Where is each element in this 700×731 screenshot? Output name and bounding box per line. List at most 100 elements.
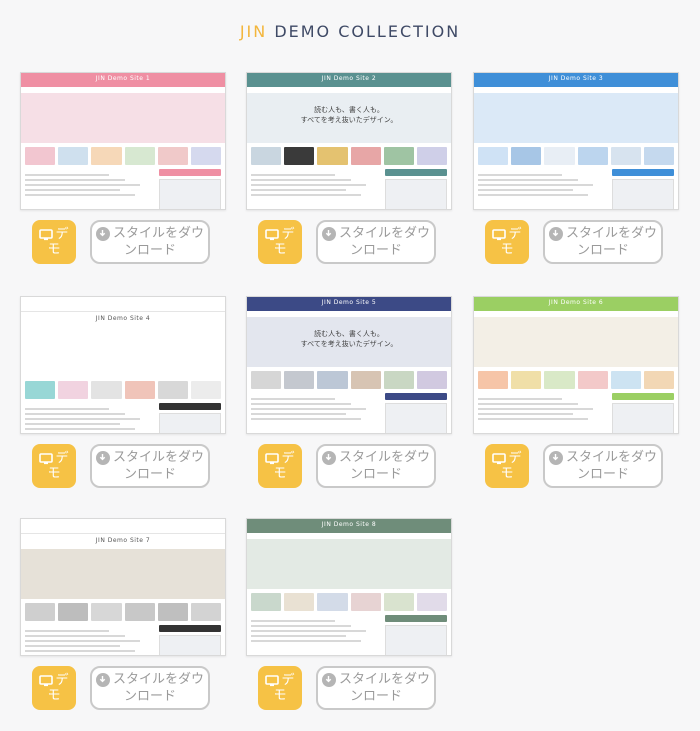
demo-button[interactable]: デモ <box>485 220 529 264</box>
site-thumbnail[interactable]: JIN Demo Site 7 <box>20 518 226 656</box>
download-label-2: ンロード <box>576 243 629 258</box>
article-thumb <box>577 371 608 389</box>
site-thumbnail[interactable]: JIN Demo Site 6 <box>473 296 679 434</box>
demo-label-1: デ <box>281 673 295 688</box>
article-thumb <box>91 381 122 399</box>
text-line <box>478 403 578 405</box>
site-name: JIN Demo Site 6 <box>548 299 604 306</box>
demo-label-2: モ <box>273 466 287 481</box>
monitor-icon <box>265 451 280 466</box>
thumbnail-text-lines <box>478 395 598 423</box>
demo-label-1: デ <box>508 227 522 242</box>
download-circle-icon <box>548 226 563 241</box>
site-thumbnail[interactable]: JIN Demo Site 5 読む人も、書く人も。 すべてを考え抜いたデザイン。 <box>246 296 452 434</box>
site-name: JIN Demo Site 4 <box>95 315 151 322</box>
sidebar-heading <box>159 403 221 410</box>
text-line <box>251 189 346 191</box>
text-line <box>251 179 351 181</box>
monitor-icon <box>265 673 280 688</box>
site-thumbnail[interactable]: JIN Demo Site 4 <box>20 296 226 434</box>
text-line <box>25 408 109 410</box>
text-line <box>25 184 141 186</box>
text-line <box>478 418 589 420</box>
demo-grid: JIN Demo Site 1 デモスタイルをダウ ンロード JIN Demo Sit… <box>0 0 700 731</box>
hero-image <box>21 93 225 143</box>
text-line <box>25 189 120 191</box>
thumbnail-article-row <box>25 603 222 621</box>
article-thumb <box>383 371 414 389</box>
article-thumb <box>190 147 222 165</box>
site-thumbnail[interactable]: JIN Demo Site 3 <box>473 72 679 210</box>
site-thumbnail[interactable]: JIN Demo Site 1 <box>20 72 226 210</box>
download-style-button[interactable]: スタイルをダウ ンロード <box>316 666 436 710</box>
thumbnail-text-lines <box>251 395 371 423</box>
sidebar-widget <box>385 403 447 433</box>
download-style-button[interactable]: スタイルをダウ ンロード <box>90 220 210 264</box>
download-style-button[interactable]: スタイルをダウ ンロード <box>316 220 436 264</box>
text-line <box>478 179 578 181</box>
demo-label-1: デ <box>55 673 69 688</box>
text-line <box>478 413 573 415</box>
thumbnail-text-lines <box>251 171 371 199</box>
site-thumbnail[interactable]: JIN Demo Site 8 <box>246 518 452 656</box>
article-thumb <box>25 603 56 621</box>
demo-button[interactable]: デモ <box>32 666 76 710</box>
article-thumb <box>284 147 315 165</box>
text-line <box>251 174 335 176</box>
download-style-button[interactable]: スタイルをダウ ンロード <box>543 220 663 264</box>
article-thumb <box>58 603 89 621</box>
article-thumb <box>511 371 542 389</box>
thumbnail-text-lines <box>25 171 145 199</box>
download-style-button[interactable]: スタイルをダウ ンロード <box>316 444 436 488</box>
download-label-1: スタイルをダウ <box>112 450 204 465</box>
site-name: JIN Demo Site 1 <box>95 75 151 82</box>
download-label-1: スタイルをダウ <box>338 450 430 465</box>
demo-label-1: デ <box>281 451 295 466</box>
text-line <box>25 640 141 642</box>
article-thumb <box>350 147 381 165</box>
article-thumb <box>157 603 188 621</box>
sidebar-widget <box>385 625 447 655</box>
demo-button[interactable]: デモ <box>258 220 302 264</box>
text-line <box>25 423 120 425</box>
demo-button[interactable]: デモ <box>32 444 76 488</box>
article-thumb <box>251 371 282 389</box>
article-thumb <box>284 593 315 611</box>
download-label-2: ンロード <box>123 467 176 482</box>
sidebar-heading <box>159 169 221 176</box>
sidebar-heading <box>385 169 447 176</box>
demo-button[interactable]: デモ <box>258 666 302 710</box>
article-thumb <box>478 371 509 389</box>
download-label-1: スタイルをダウ <box>112 226 204 241</box>
monitor-icon <box>39 673 54 688</box>
download-style-button[interactable]: スタイルをダウンロード <box>90 444 210 488</box>
thumbnail-article-row <box>25 147 222 165</box>
download-circle-icon <box>548 450 563 465</box>
monitor-icon <box>265 227 280 242</box>
thumbnail-header-bar <box>21 519 225 534</box>
text-line <box>251 398 335 400</box>
article-thumb <box>577 147 608 165</box>
text-line <box>25 630 109 632</box>
demo-button[interactable]: デモ <box>32 220 76 264</box>
thumbnail-text-lines <box>251 617 371 645</box>
download-style-button[interactable]: スタイルをダウ ンロード <box>543 444 663 488</box>
demo-label-1: デ <box>55 451 69 466</box>
thumbnail-article-row <box>478 147 675 165</box>
site-thumbnail[interactable]: JIN Demo Site 2 読む人も、書く人も。 すべてを考え抜いたデザイン。 <box>246 72 452 210</box>
sidebar-heading <box>385 393 447 400</box>
text-line <box>251 640 362 642</box>
article-thumb <box>58 381 89 399</box>
demo-label-2: モ <box>47 466 61 481</box>
demo-button[interactable]: デモ <box>258 444 302 488</box>
text-line <box>478 398 562 400</box>
text-line <box>251 403 351 405</box>
download-style-button[interactable]: スタイルをダウ ンロード <box>90 666 210 710</box>
article-thumb <box>478 147 509 165</box>
sidebar-heading <box>612 393 674 400</box>
text-line <box>251 408 367 410</box>
article-thumb <box>251 593 282 611</box>
catchcopy-line: すべてを考え抜いたデザイン。 <box>300 116 398 124</box>
demo-button[interactable]: デモ <box>485 444 529 488</box>
article-thumb <box>157 381 188 399</box>
